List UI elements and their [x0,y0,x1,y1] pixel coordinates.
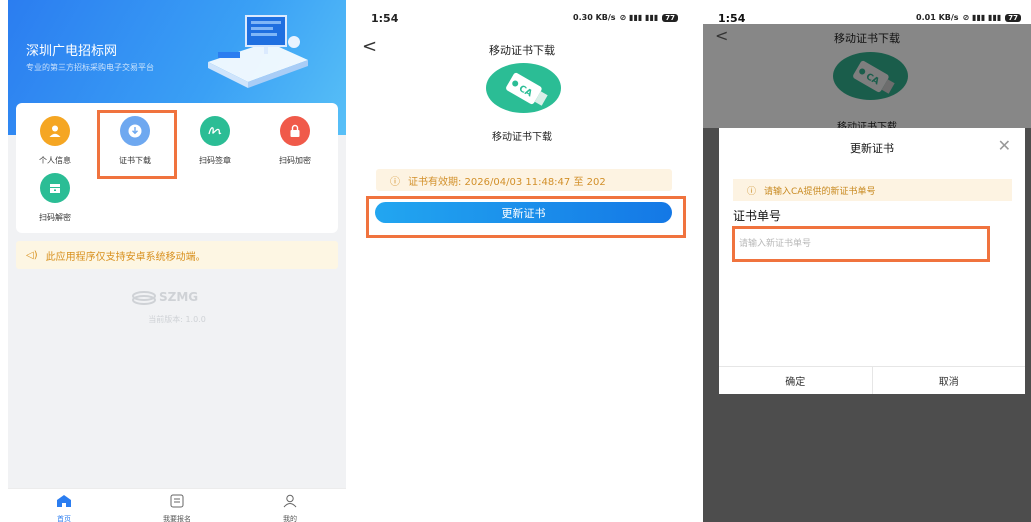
bottom-tab-bar: 首页 我要报名 我的 [8,488,346,522]
status-bar: 1:54 0.01 KB/s ⊘ ▮▮▮ ▮▮▮ 77 [703,0,1031,25]
version-text: 当前版本: 1.0.0 [148,315,206,324]
page-caption: 移动证书下载 [492,132,552,143]
list-icon [170,494,184,508]
cancel-button[interactable]: 取消 [871,367,1026,394]
scan-sign-button[interactable]: 扫码签章 [185,116,245,166]
cert-validity-text: 证书有效期: 2026/04/03 11:48:47 至 202 [408,176,606,188]
function-card: 个人信息 证书下载 扫码签章 扫码加密 扫码解密 [16,103,338,233]
cert-download-screen: 1:54 0.30 KB/s ⊘ ▮▮▮ ▮▮▮ 77 < 移动证书下载 CA … [356,0,688,522]
cert-number-label: 证书单号 [733,209,782,223]
personal-info-label: 个人信息 [39,156,71,165]
page-title: 移动证书下载 [489,44,555,57]
usb-key-icon: CA [486,63,561,113]
app-title: 深圳广电招标网 [26,44,118,59]
tab-mine[interactable]: 我的 [260,493,320,522]
highlight-update-button [366,196,686,238]
network-speed: 0.01 KB/s [916,13,959,22]
tab-mine-label: 我的 [283,515,297,522]
info-icon: ⓘ [390,176,400,188]
highlight-cert-number-input [732,226,990,262]
signal-icon: ⊘ ▮▮▮ ▮▮▮ [962,13,1002,22]
unlock-icon [40,173,70,203]
signal-icon: ⊘ ▮▮▮ ▮▮▮ [619,13,659,22]
desk-illustration [208,15,308,88]
highlight-cert-download [97,110,177,179]
page-title: 移动证书下载 [834,32,900,45]
svg-text:SZMG: SZMG [159,290,198,304]
profile-icon [283,494,297,508]
app-subtitle: 专业的第三方招标采购电子交易平台 [26,63,154,72]
tab-register-label: 我要报名 [163,515,191,522]
speaker-icon: ◁) [26,249,38,261]
cert-validity-banner: ⓘ 证书有效期: 2026/04/03 11:48:47 至 202 [376,169,672,191]
info-icon: ⓘ [747,186,757,197]
confirm-button[interactable]: 确定 [719,367,872,394]
tab-home-label: 首页 [57,515,71,522]
dialog-tip-text: 请输入CA提供的新证书单号 [764,186,876,197]
status-bar: 1:54 0.30 KB/s ⊘ ▮▮▮ ▮▮▮ 77 [356,0,688,25]
lock-icon [280,116,310,146]
dialog-footer: 确定 取消 [719,366,1025,394]
signature-icon [200,116,230,146]
update-cert-dialog: 更新证书 ✕ ⓘ 请输入CA提供的新证书单号 证书单号 确定 取消 [719,128,1025,394]
update-cert-dialog-screen: 1:54 0.01 KB/s ⊘ ▮▮▮ ▮▮▮ 77 < 移动证书下载 CA … [703,0,1031,522]
scan-decrypt-label: 扫码解密 [39,213,71,222]
scan-encrypt-button[interactable]: 扫码加密 [265,116,325,166]
tab-register[interactable]: 我要报名 [147,493,207,522]
home-icon [57,495,71,507]
personal-info-button[interactable]: 个人信息 [25,116,85,166]
dialog-title: 更新证书 [850,142,894,155]
user-icon [40,116,70,146]
usb-key-icon: CA [833,52,908,100]
dialog-tip-banner: ⓘ 请输入CA提供的新证书单号 [733,179,1012,201]
close-icon[interactable]: ✕ [998,136,1011,155]
status-icons: 0.30 KB/s ⊘ ▮▮▮ ▮▮▮ 77 [573,13,678,22]
home-screen: 深圳广电招标网 专业的第三方招标采购电子交易平台 个人信息 证书下载 扫码签章 … [8,0,346,522]
scan-sign-label: 扫码签章 [199,156,231,165]
status-icons: 0.01 KB/s ⊘ ▮▮▮ ▮▮▮ 77 [916,13,1021,22]
scan-encrypt-label: 扫码加密 [279,156,311,165]
tab-home[interactable]: 首页 [34,493,94,522]
notice-text: 此应用程序仅支持安卓系统移动端。 [45,251,206,263]
network-speed: 0.30 KB/s [573,13,616,22]
battery-icon: 77 [1005,13,1021,22]
android-notice: ◁) 此应用程序仅支持安卓系统移动端。 [16,241,338,269]
scan-decrypt-button[interactable]: 扫码解密 [25,173,85,223]
battery-icon: 77 [662,13,678,22]
status-time: 1:54 [371,12,399,25]
szmg-logo: SZMG [132,290,198,305]
